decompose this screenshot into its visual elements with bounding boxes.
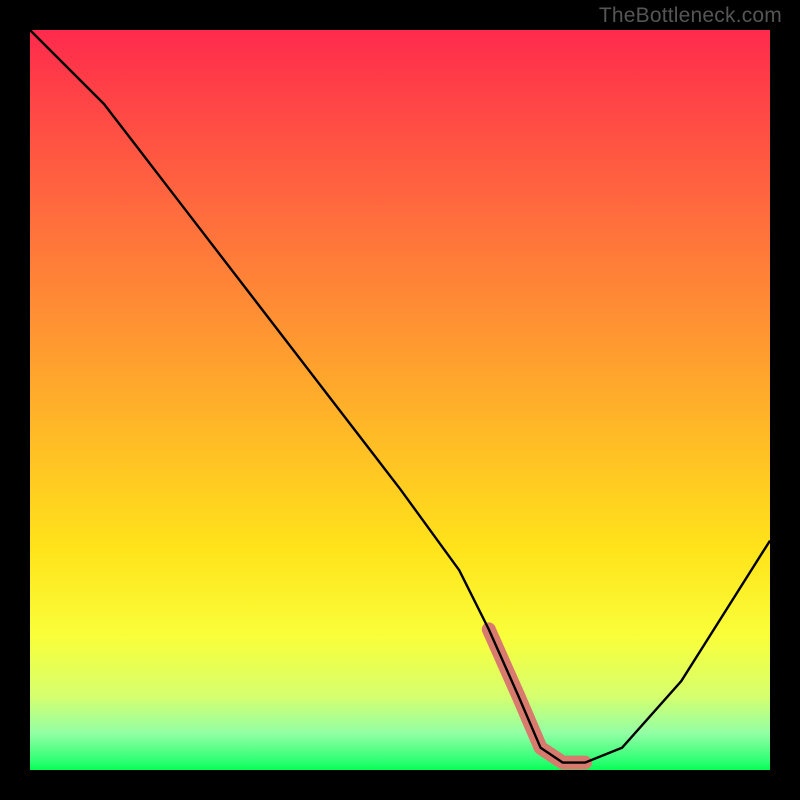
bottleneck-curve [30,30,770,763]
watermark-text: TheBottleneck.com [599,4,782,28]
bottleneck-highlight [489,629,585,762]
curve-svg [30,30,770,770]
plot-area [30,30,770,770]
chart-frame: TheBottleneck.com [0,0,800,800]
